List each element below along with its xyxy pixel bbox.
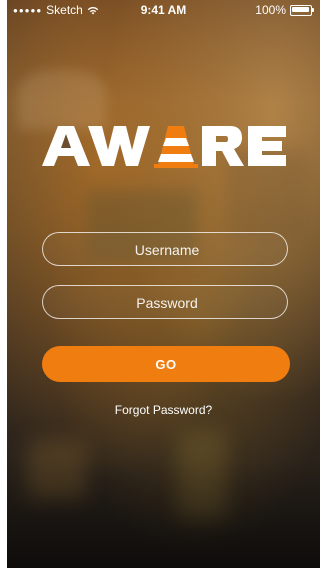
aware-logo-graphic <box>42 126 286 168</box>
traffic-cone-icon <box>154 126 198 168</box>
status-bar: ●●●●● Sketch 9:41 AM 100% <box>7 0 320 20</box>
battery-icon <box>290 4 314 16</box>
aware-logo <box>40 120 290 172</box>
password-input[interactable] <box>43 286 291 320</box>
go-button[interactable]: GO <box>42 346 290 382</box>
forgot-password-link[interactable]: Forgot Password? <box>7 403 320 417</box>
username-field-wrapper <box>42 232 291 267</box>
status-right: 100% <box>255 3 314 17</box>
battery-percent: 100% <box>255 3 286 17</box>
password-field-wrapper <box>42 285 291 320</box>
app-screen: ●●●●● Sketch 9:41 AM 100% Username GO Fo… <box>7 0 320 568</box>
username-input[interactable] <box>43 233 291 267</box>
background-fade <box>7 458 320 568</box>
